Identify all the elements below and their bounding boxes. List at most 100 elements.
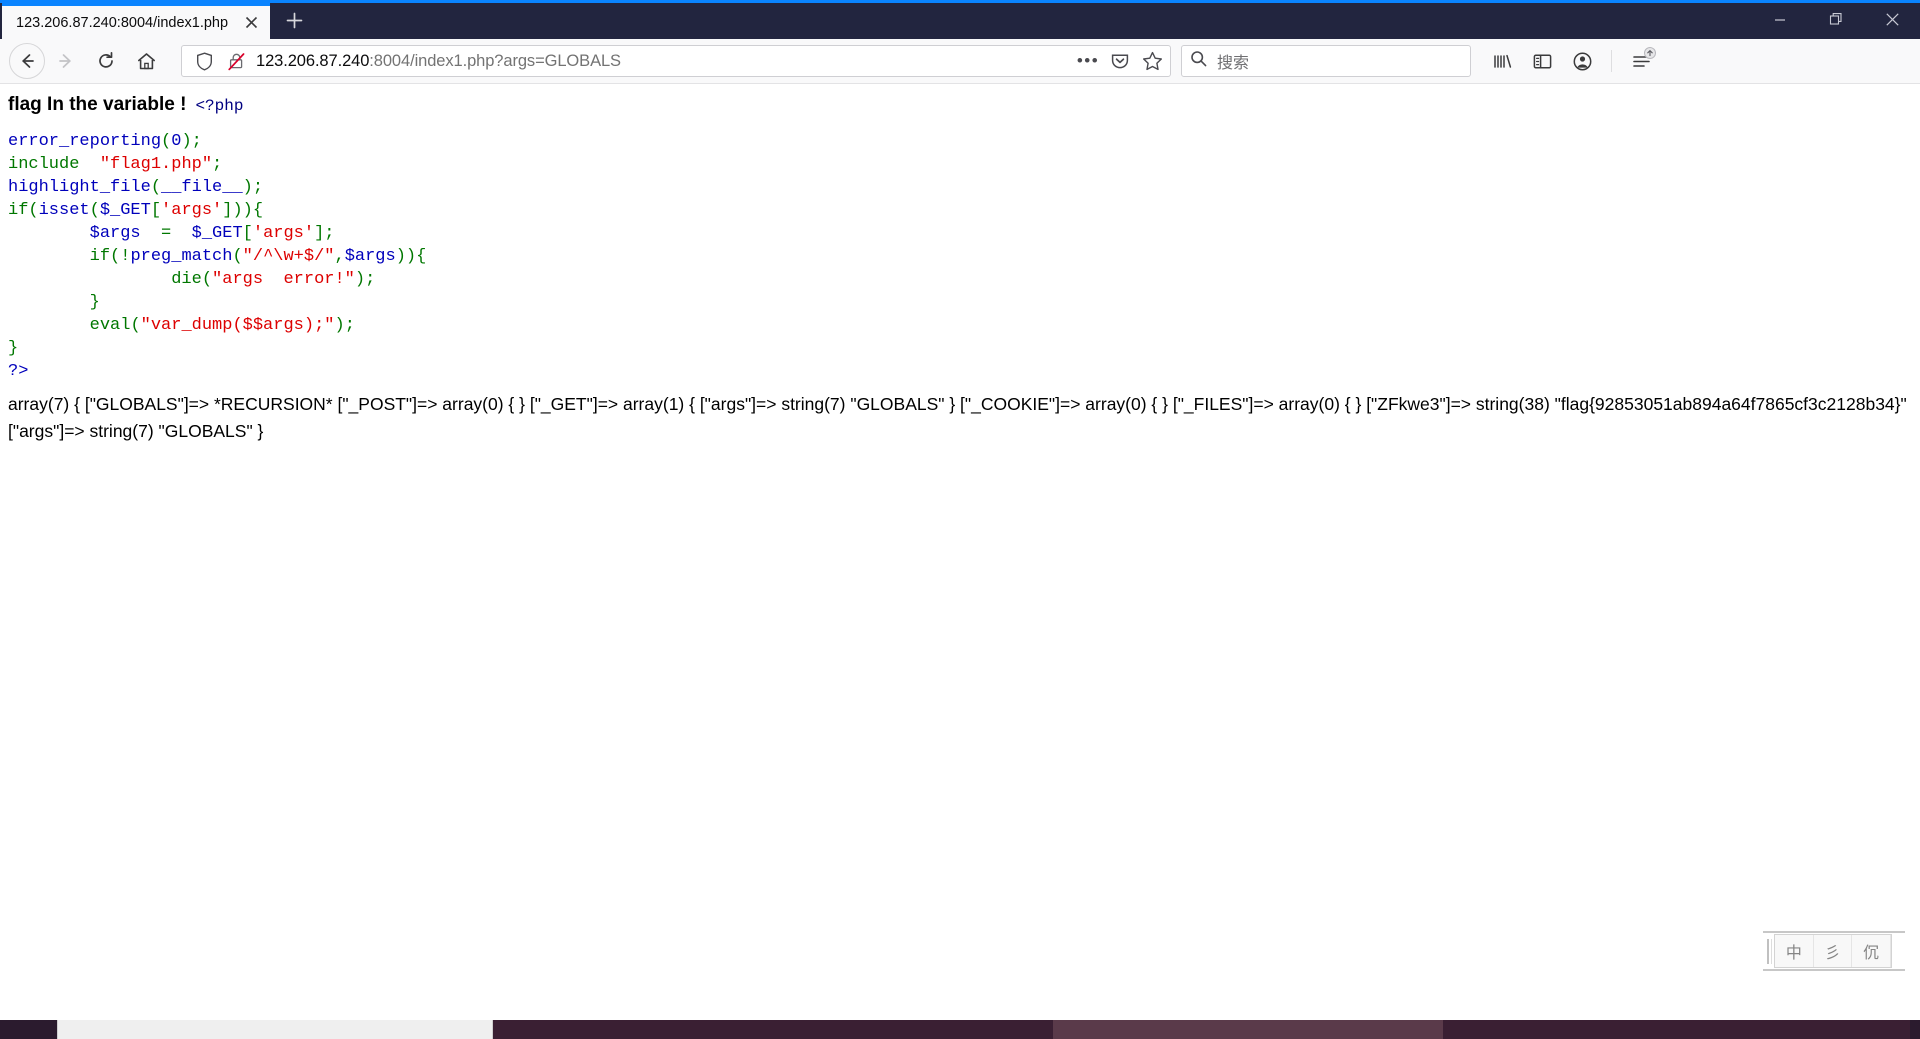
toolbar-right-group [1483, 42, 1660, 80]
code-token: ( [201, 270, 213, 289]
code-token: "flag1.php" [99, 155, 213, 174]
php-source-code: error_reporting(0); include "flag1.php"; h… [0, 116, 1920, 383]
code-token: if [89, 247, 111, 266]
code-line: highlight_file(__file__); [8, 176, 1920, 199]
code-line: include "flag1.php"; [8, 153, 1920, 176]
navigation-toolbar: 123.206.87.240:8004/index1.php?args=GLOB… [0, 39, 1920, 84]
code-token: } [89, 293, 100, 312]
restore-button[interactable] [1808, 0, 1864, 39]
bookmark-star-icon[interactable] [1140, 49, 1164, 73]
code-token: { [416, 247, 427, 266]
code-token: if [8, 201, 29, 220]
code-token: $args [89, 224, 141, 243]
code-token: ( [28, 201, 39, 220]
ime-bottom-rule [1763, 969, 1905, 971]
address-bar-url[interactable]: 123.206.87.240:8004/index1.php?args=GLOB… [256, 52, 1068, 71]
toolbar-divider [1611, 50, 1612, 72]
account-avatar-icon[interactable] [1563, 42, 1601, 80]
ime-keyboard-mode[interactable]: 伔 [1852, 935, 1892, 967]
close-tab-icon[interactable] [240, 12, 262, 34]
code-token: error_reporting [8, 132, 162, 151]
code-token: ) [354, 270, 366, 289]
search-bar[interactable]: 搜索 [1181, 45, 1471, 77]
taskbar-item[interactable] [1053, 1020, 1443, 1039]
ime-drag-handle[interactable] [1767, 939, 1772, 964]
pocket-save-icon[interactable] [1108, 49, 1132, 73]
code-token: ; [252, 178, 264, 197]
code-token: ( [130, 316, 141, 335]
code-token: 'args' [161, 201, 223, 220]
code-token: "args error!" [212, 270, 355, 289]
code-token: $_GET [191, 224, 243, 243]
taskbar-item[interactable] [493, 1020, 1053, 1039]
code-token: highlight_file [8, 178, 151, 197]
code-token: "/^\w+$/" [242, 247, 335, 266]
back-button[interactable] [9, 43, 45, 79]
search-input[interactable]: 搜索 [1217, 49, 1249, 73]
search-icon [1190, 50, 1207, 72]
home-button[interactable] [127, 42, 165, 80]
taskbar-tray-region[interactable] [1443, 1020, 1910, 1039]
code-token: ; [212, 155, 223, 174]
code-token: ) [242, 178, 253, 197]
code-token: __file__ [161, 178, 243, 197]
library-icon[interactable] [1483, 42, 1521, 80]
ime-top-rule [1763, 931, 1905, 933]
url-path: :8004/index1.php?args=GLOBALS [369, 51, 621, 70]
code-token: = [140, 224, 192, 243]
page-actions-dots: ••• [1076, 51, 1100, 70]
code-token: ) [334, 316, 345, 335]
code-token: 0 [171, 132, 182, 151]
code-line: error_reporting(0); [8, 130, 1920, 153]
code-token: ; [344, 316, 355, 335]
code-token: ) [181, 132, 192, 151]
code-token: ] [222, 201, 233, 220]
os-taskbar [0, 1020, 1920, 1039]
page-heading-row: flag In the variable ! <?php [0, 84, 1920, 116]
code-token: } [8, 339, 19, 358]
taskbar-start-region[interactable] [0, 1020, 57, 1039]
update-available-badge [1644, 47, 1656, 59]
page-actions-icon[interactable]: ••• [1076, 49, 1100, 73]
ime-punctuation-mode[interactable]: 彡 [1814, 935, 1853, 967]
code-line: if(!preg_match("/^\w+$/",$args)){ [8, 245, 1920, 268]
address-bar[interactable]: 123.206.87.240:8004/index1.php?args=GLOB… [181, 45, 1171, 77]
close-window-button[interactable] [1864, 0, 1920, 39]
code-token: [ [150, 201, 162, 220]
code-token: ( [232, 247, 243, 266]
code-token: ?> [8, 362, 29, 381]
code-token: ; [191, 132, 202, 151]
code-token: isset [38, 201, 90, 220]
code-token: ( [89, 201, 100, 220]
page-title: flag In the variable ! [8, 94, 187, 115]
code-token: { [252, 201, 264, 220]
forward-button[interactable] [47, 42, 85, 80]
code-line: } [8, 337, 1920, 360]
hamburger-menu-icon[interactable] [1622, 42, 1660, 80]
code-line: } [8, 291, 1920, 314]
tracking-protection-shield-icon[interactable] [192, 49, 216, 73]
code-token: [ [242, 224, 253, 243]
code-token: $_GET [99, 201, 151, 220]
page-content: flag In the variable ! <?php error_repor… [0, 84, 1920, 1020]
reload-button[interactable] [87, 42, 125, 80]
code-line: die("args error!"); [8, 268, 1920, 291]
ime-floating-toolbar[interactable]: 中 彡 伔 [1763, 931, 1905, 971]
code-line: if(isset($_GET['args'])){ [8, 199, 1920, 222]
code-token: preg_match [130, 247, 233, 266]
minimize-button[interactable] [1752, 0, 1808, 39]
code-token: die [171, 270, 202, 289]
code-token: ] [314, 224, 325, 243]
code-token: ; [324, 224, 335, 243]
code-token: ; [365, 270, 376, 289]
tab-strip: 123.206.87.240:8004/index1.php [0, 0, 312, 39]
insecure-connection-icon[interactable] [224, 49, 248, 73]
browser-tab[interactable]: 123.206.87.240:8004/index1.php [2, 3, 270, 39]
sidebar-icon[interactable] [1523, 42, 1561, 80]
ime-language-mode[interactable]: 中 [1775, 935, 1814, 967]
code-token: , [334, 247, 345, 266]
code-token: eval [89, 316, 131, 335]
new-tab-button[interactable] [276, 2, 312, 38]
taskbar-active-window[interactable] [57, 1020, 493, 1039]
